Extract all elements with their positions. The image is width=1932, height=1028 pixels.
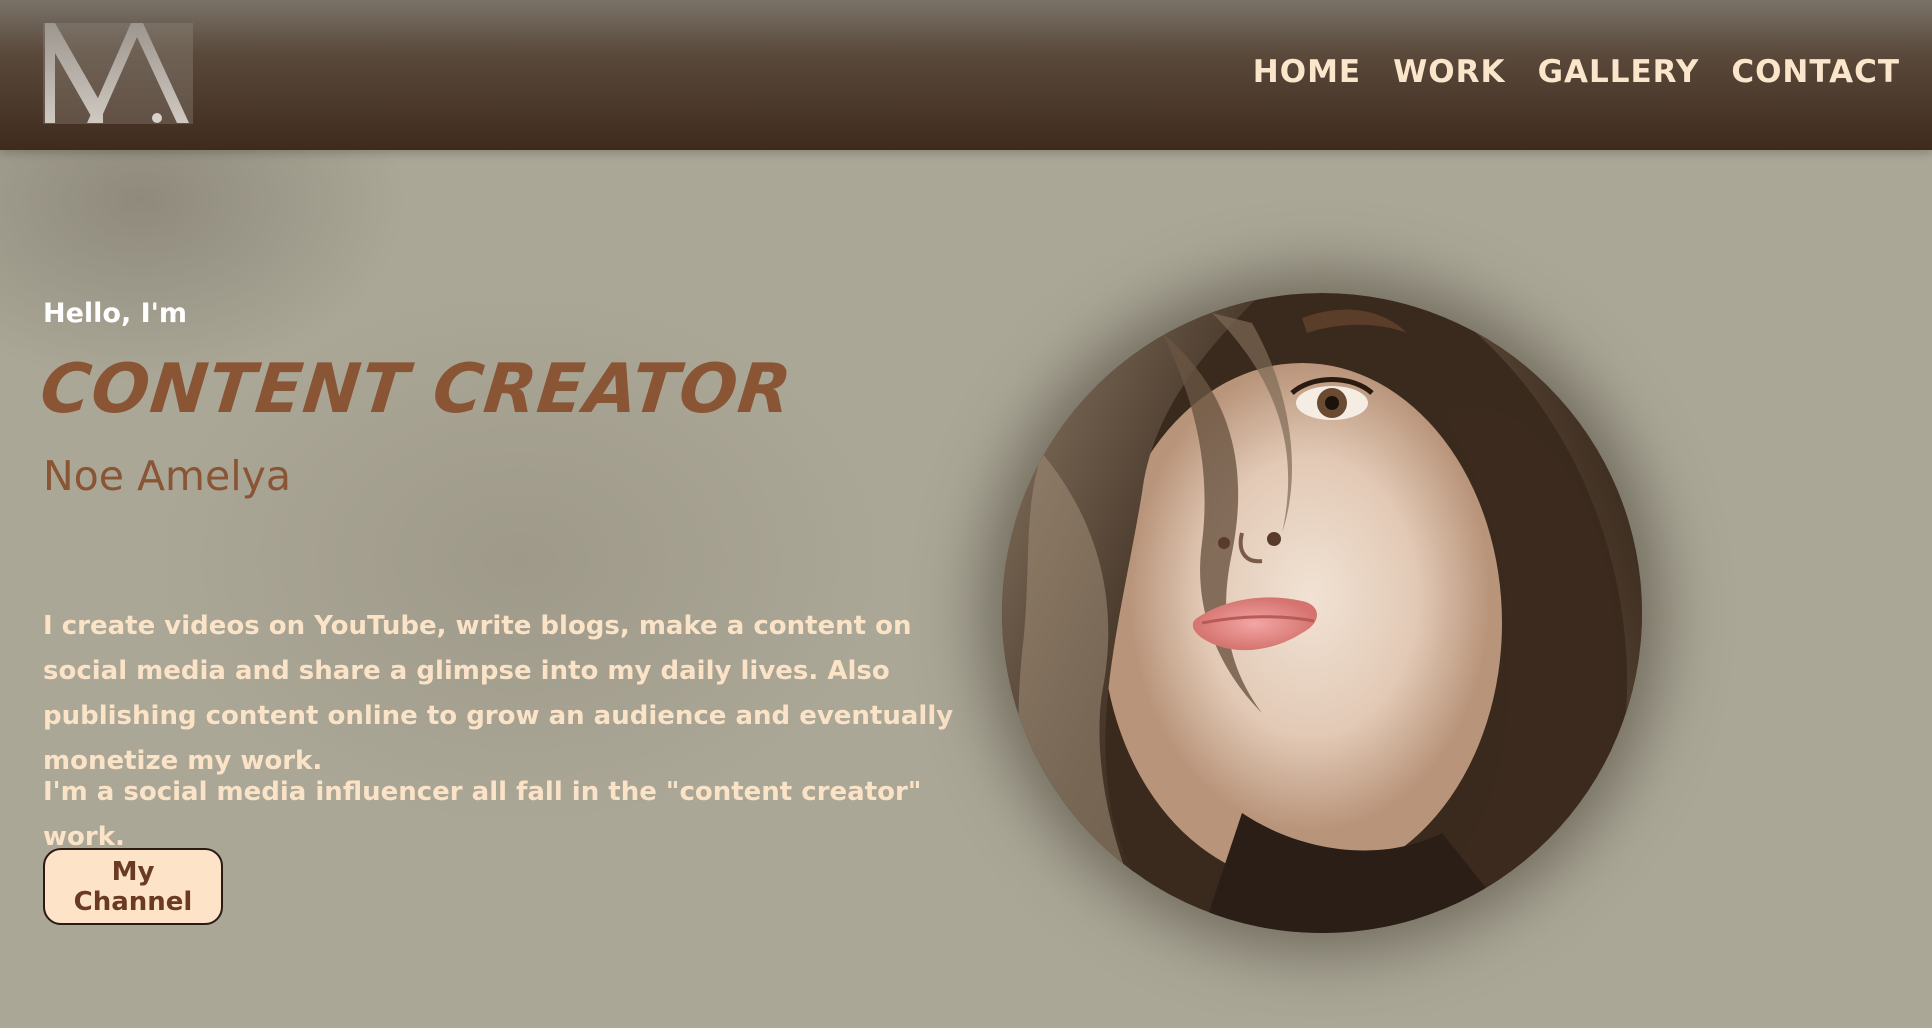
hero-headline: CONTENT CREATOR: [36, 350, 796, 429]
site-logo[interactable]: [43, 23, 193, 124]
nav-contact[interactable]: CONTACT: [1731, 52, 1900, 92]
nav-gallery[interactable]: GALLERY: [1538, 52, 1700, 92]
my-channel-button[interactable]: My Channel: [43, 848, 223, 925]
bio-paragraph: I create videos on YouTube, write blogs,…: [43, 611, 954, 776]
profile-portrait-image-icon: [1002, 293, 1642, 933]
profile-portrait: [1002, 293, 1642, 933]
site-header: HOME WORK GALLERY CONTACT: [0, 0, 1932, 150]
greeting-text: Hello, I'm: [43, 298, 188, 329]
creator-name: Noe Amelya: [43, 452, 292, 500]
page-background: [0, 0, 1932, 1028]
tagline-paragraph: I'm a social media influencer all fall i…: [43, 777, 922, 852]
monogram-logo-icon: [45, 23, 189, 123]
nav-work[interactable]: WORK: [1393, 52, 1505, 92]
main-nav: HOME WORK GALLERY CONTACT: [1253, 52, 1900, 92]
nav-home[interactable]: HOME: [1253, 52, 1361, 92]
